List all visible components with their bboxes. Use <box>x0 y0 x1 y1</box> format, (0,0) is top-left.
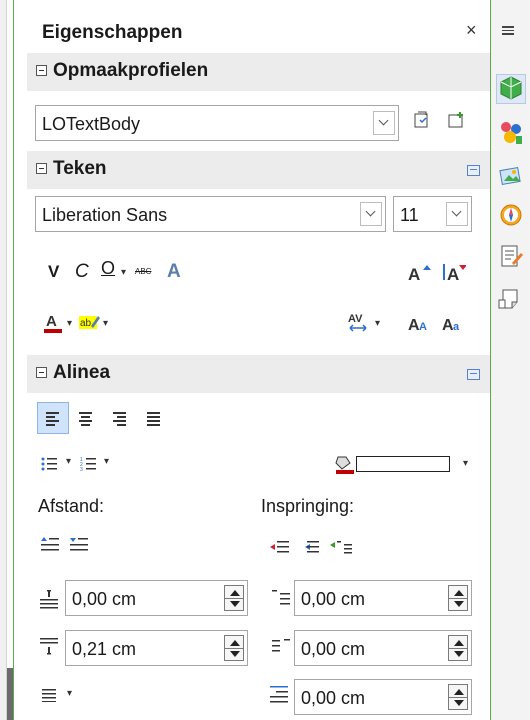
svg-text:A: A <box>419 321 427 333</box>
collapse-icon[interactable] <box>36 367 47 378</box>
after-indent-icon <box>272 639 290 662</box>
chevron-down-icon[interactable] <box>373 111 395 135</box>
styles-section-header[interactable]: Opmaakprofielen <box>27 53 490 91</box>
align-right-icon[interactable] <box>113 412 126 428</box>
font-size-value: 11 <box>400 205 419 225</box>
before-indent-value: 0,00 cm <box>301 589 366 609</box>
paragraph-section-title: Alinea <box>53 362 111 383</box>
styles-tab-icon[interactable] <box>496 120 526 150</box>
properties-tab-icon[interactable] <box>496 74 526 104</box>
panel-border-left <box>13 0 14 720</box>
decrease-indent-icon[interactable] <box>300 540 320 561</box>
font-name-combo[interactable]: Liberation Sans <box>35 196 386 232</box>
paragraph-section-header[interactable]: Alinea <box>27 355 490 393</box>
panel-title: Eigenschappen <box>42 22 183 43</box>
hanging-indent-icon[interactable] <box>330 540 354 561</box>
strikethrough-button[interactable]: ABC <box>135 267 151 276</box>
character-spacing-icon[interactable]: AV <box>347 311 371 340</box>
paragraph-style-value: LOTextBody <box>42 114 141 134</box>
more-options-icon[interactable] <box>467 369 480 380</box>
decrease-spacing-icon[interactable] <box>70 537 90 558</box>
font-name-value: Liberation Sans <box>42 205 168 225</box>
collapse-icon[interactable] <box>36 163 47 174</box>
background-dropdown-icon[interactable]: ▾ <box>463 458 468 469</box>
line-spacing-icon[interactable] <box>42 688 58 707</box>
highlight-dropdown-icon[interactable]: ▾ <box>103 318 108 329</box>
numbering-icon[interactable]: 123 <box>80 456 98 477</box>
svg-text:A: A <box>447 265 459 284</box>
paragraph-style-combo[interactable]: LOTextBody <box>35 105 399 141</box>
svg-text:ab: ab <box>80 318 92 329</box>
character-spacing-dropdown-icon[interactable]: ▾ <box>375 318 380 329</box>
align-center-icon[interactable] <box>79 412 92 428</box>
first-line-indent-icon <box>270 686 288 709</box>
sidebar-menu-icon[interactable] <box>502 26 514 37</box>
align-left-icon <box>46 412 59 428</box>
below-spacing-icon <box>40 637 58 662</box>
numbering-dropdown-icon[interactable]: ▾ <box>104 456 109 467</box>
after-indent-stepper[interactable] <box>448 635 468 661</box>
paragraph-background-icon[interactable] <box>334 453 356 480</box>
close-icon[interactable]: × <box>466 20 477 41</box>
svg-text:A: A <box>408 265 420 284</box>
bullets-icon[interactable] <box>41 456 59 477</box>
svg-text:3: 3 <box>80 467 83 472</box>
above-spacing-icon <box>40 590 58 615</box>
first-line-indent-field[interactable]: 0,00 cm <box>294 679 472 715</box>
font-size-combo[interactable]: 11 <box>393 196 472 232</box>
svg-text:a: a <box>453 321 460 333</box>
highlight-color-button[interactable]: ab <box>79 312 101 339</box>
svg-text:AV: AV <box>348 313 363 325</box>
bullets-dropdown-icon[interactable]: ▾ <box>66 456 71 467</box>
after-indent-value: 0,00 cm <box>301 639 366 659</box>
window-edge <box>0 0 7 720</box>
sidebar-tab-bar <box>491 0 530 720</box>
manage-changes-tab-icon[interactable] <box>496 243 526 273</box>
character-section-title: Teken <box>53 158 107 179</box>
first-line-indent-value: 0,00 cm <box>301 688 366 708</box>
above-spacing-field[interactable]: 0,00 cm <box>65 580 248 616</box>
before-indent-icon <box>272 590 290 613</box>
styles-section-title: Opmaakprofielen <box>53 60 209 81</box>
bold-button[interactable]: V <box>48 262 59 282</box>
new-style-icon[interactable] <box>446 110 468 135</box>
increase-spacing-icon[interactable] <box>41 537 61 558</box>
paragraph-background-color[interactable] <box>356 456 450 472</box>
chevron-down-icon[interactable] <box>446 202 468 226</box>
character-section-header[interactable]: Teken <box>27 151 490 189</box>
first-line-indent-stepper[interactable] <box>448 684 468 710</box>
below-spacing-stepper[interactable] <box>224 635 244 661</box>
spacing-label: Afstand: <box>38 496 105 516</box>
line-spacing-dropdown-icon[interactable]: ▾ <box>67 688 72 699</box>
below-spacing-value: 0,21 cm <box>72 639 137 659</box>
page-tab-icon[interactable] <box>496 286 526 316</box>
before-indent-stepper[interactable] <box>448 585 468 611</box>
font-color-button[interactable]: A <box>44 312 64 339</box>
collapse-icon[interactable] <box>36 65 47 76</box>
navigator-tab-icon[interactable] <box>496 202 526 232</box>
more-options-icon[interactable] <box>467 165 480 176</box>
grow-font-icon[interactable]: A <box>408 262 432 289</box>
above-spacing-stepper[interactable] <box>224 585 244 611</box>
after-indent-field[interactable]: 0,00 cm <box>294 630 472 666</box>
before-indent-field[interactable]: 0,00 cm <box>294 580 472 616</box>
gallery-tab-icon[interactable] <box>496 163 526 193</box>
shadow-button[interactable]: A <box>167 261 181 283</box>
font-color-dropdown-icon[interactable]: ▾ <box>67 318 72 329</box>
indent-label: Inspringing: <box>261 496 355 516</box>
underline-dropdown-icon[interactable]: ▾ <box>121 267 126 278</box>
chevron-down-icon[interactable] <box>360 202 382 226</box>
lowercase-icon[interactable]: Aa <box>442 312 466 339</box>
underline-button[interactable]: O <box>101 258 115 279</box>
align-justify-icon[interactable] <box>147 412 160 428</box>
increase-indent-icon[interactable] <box>270 540 290 561</box>
below-spacing-field[interactable]: 0,21 cm <box>65 630 248 666</box>
update-style-icon[interactable] <box>412 110 432 135</box>
svg-text:A: A <box>46 313 57 330</box>
shrink-font-icon[interactable]: A <box>442 262 467 289</box>
above-spacing-value: 0,00 cm <box>72 589 137 609</box>
uppercase-icon[interactable]: AA <box>408 312 432 339</box>
italic-button[interactable]: C <box>75 261 89 283</box>
sidebar-collapse-handle[interactable] <box>7 668 13 720</box>
